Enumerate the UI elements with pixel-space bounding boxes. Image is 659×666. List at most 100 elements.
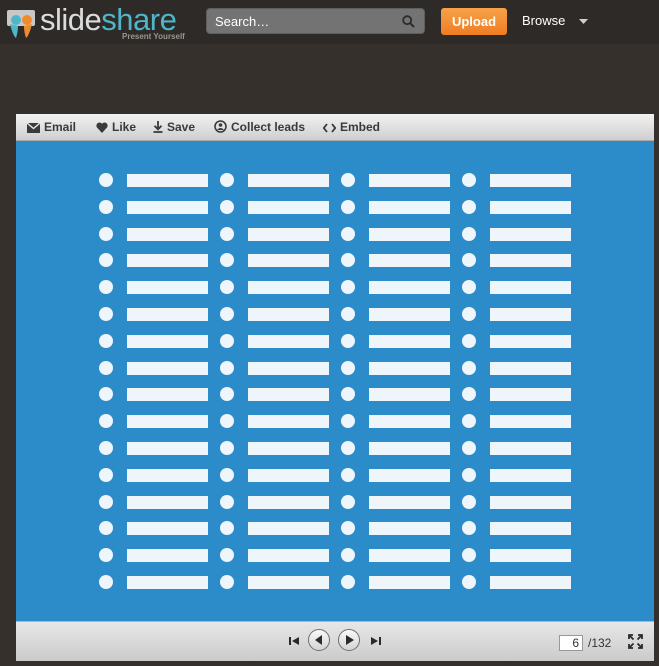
slide-bullet-dot [462, 253, 476, 268]
slide-bullet-bar [248, 442, 329, 455]
slide-bullet-dot [462, 360, 476, 375]
slide-bullet-dot [220, 226, 234, 241]
fullscreen-icon[interactable] [628, 634, 643, 649]
slide-bullet-bar [248, 468, 329, 482]
next-slide-button[interactable] [338, 629, 360, 651]
embed-button[interactable]: Embed [322, 120, 381, 135]
slide-bullet-bar [369, 442, 450, 455]
slide-bullet-bar [127, 254, 208, 268]
play-left-icon [315, 635, 322, 645]
slide-bullet-bar [369, 388, 450, 402]
slide-bullet-dot [462, 441, 476, 455]
slide-bullet-bar [248, 576, 329, 589]
slide-bullet-dot [99, 253, 113, 268]
slide-bullet-dot [341, 494, 355, 509]
search-input[interactable] [215, 13, 395, 30]
slide-bullet-dot [341, 226, 355, 241]
slide-bullet-bar [127, 468, 208, 482]
slide-bullet-bar [490, 468, 571, 482]
slide-bullet-bar [490, 308, 571, 321]
logo-tagline: Present Yourself [122, 32, 185, 41]
slide-bullet-bar [127, 334, 208, 348]
slide-bullet-bar [490, 334, 571, 348]
slide-bullet-dot [462, 333, 476, 348]
slide-bullet-dot [341, 414, 355, 429]
browse-menu[interactable]: Browse [522, 13, 565, 28]
email-button[interactable]: Email [26, 120, 77, 135]
logo-word-slide: slide [40, 2, 102, 37]
search-icon[interactable] [402, 15, 415, 28]
slide-bullet-bar [490, 254, 571, 268]
search-box[interactable] [206, 8, 425, 34]
slide-bullet-bar [248, 227, 329, 241]
slide-bullet-dot [462, 548, 476, 563]
like-button[interactable]: Like [96, 120, 136, 135]
slide-bullet-bar [127, 442, 208, 455]
slide-bullet-bar [127, 308, 208, 321]
chevron-down-icon[interactable] [579, 19, 588, 24]
slide-bullet-dot [220, 199, 234, 214]
slide-bullet-dot [462, 575, 476, 589]
player-controls: 6 /132 [16, 621, 654, 661]
slide-bullet-dot [220, 307, 234, 321]
code-brackets-icon [322, 123, 337, 133]
site-header: slideshare Present Yourself Upload Brows… [0, 0, 659, 44]
slide-bullet-dot [341, 333, 355, 348]
slide-bullet-bar [490, 227, 571, 241]
slide-bullet-dot [462, 387, 476, 402]
slide-bullet-dot [99, 226, 113, 241]
slide-bullet-bar [369, 468, 450, 482]
collect-leads-label: Collect leads [231, 120, 306, 134]
slide-bullet-bar [490, 361, 571, 375]
slide-bullet-dot [341, 199, 355, 214]
previous-slide-button[interactable] [308, 629, 330, 651]
slideshare-logo[interactable]: slideshare Present Yourself [6, 2, 196, 42]
email-label: Email [44, 120, 77, 134]
slide-bullet-bar [369, 576, 450, 589]
slide-bullet-bar [248, 522, 329, 536]
slide-bullet-dot [462, 280, 476, 295]
like-label: Like [112, 120, 137, 134]
slide-bullet-dot [341, 280, 355, 295]
slide-bullet-dot [462, 173, 476, 187]
slide-bullet-dot [341, 360, 355, 375]
play-right-icon [346, 635, 354, 645]
last-slide-icon[interactable] [371, 636, 381, 646]
slide-bullet-bar [369, 174, 450, 187]
slide-bullet-bar [490, 415, 571, 429]
slide-bullet-dot [341, 441, 355, 455]
slide-bullet-bar [248, 254, 329, 268]
slide-bullet-bar [248, 200, 329, 214]
slide-bullet-bar [490, 549, 571, 563]
slide-bullet-bar [127, 495, 208, 509]
slide-bullet-bar [127, 415, 208, 429]
slide-bullet-dot [462, 494, 476, 509]
slide-bullet-bar [127, 227, 208, 241]
slide-bullet-bar [490, 388, 571, 402]
collect-leads-button[interactable]: Collect leads [214, 120, 305, 135]
save-label: Save [167, 120, 196, 134]
embed-label: Embed [340, 120, 381, 134]
slide-bullet-dot [220, 548, 234, 563]
slide-bullet-dot [341, 307, 355, 321]
slide-bullet-dot [99, 441, 113, 455]
slide-bullet-bar [248, 281, 329, 295]
slide-bullet-dot [99, 307, 113, 321]
upload-button[interactable]: Upload [441, 8, 507, 35]
envelope-icon [26, 122, 41, 133]
slide-bullet-dot [341, 387, 355, 402]
slide-bullet-dot [99, 173, 113, 187]
slide-bullet-bar [490, 495, 571, 509]
slide-bullet-bar [490, 522, 571, 536]
slide-bullet-bar [127, 174, 208, 187]
slide-bullet-bar [490, 281, 571, 295]
save-button[interactable]: Save [153, 120, 195, 135]
page-number-input[interactable]: 6 [559, 635, 583, 651]
slide-bullet-bar [248, 174, 329, 187]
slide-bullet-bar [369, 522, 450, 536]
slide-bullet-bar [369, 415, 450, 429]
slide-bullet-bar [490, 442, 571, 455]
slide-bullet-bar [248, 361, 329, 375]
slide-bullet-bar [369, 308, 450, 321]
first-slide-icon[interactable] [289, 636, 299, 646]
